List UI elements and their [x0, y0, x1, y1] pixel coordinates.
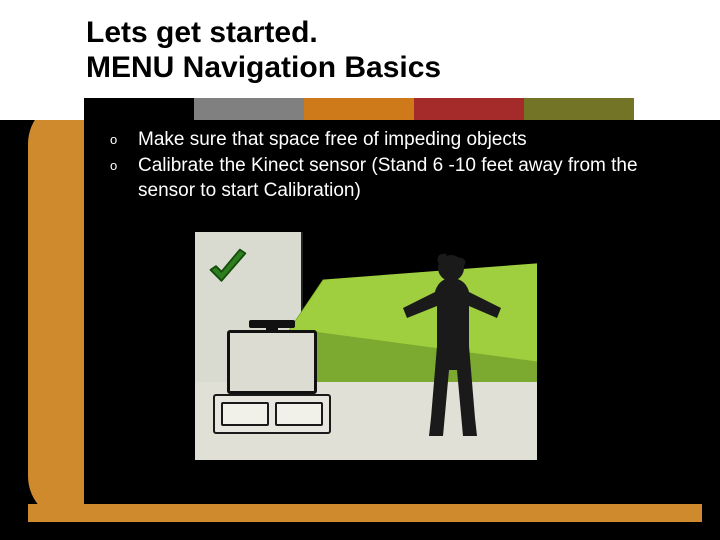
kinect-sensor-icon [249, 320, 295, 328]
color-tab-strip [0, 98, 720, 120]
content-area: Make sure that space free of impeding ob… [104, 128, 680, 205]
kinect-setup-illustration [195, 232, 537, 460]
accent-rail-vertical [28, 98, 84, 522]
tab-1 [84, 98, 194, 120]
slide-title: Lets get started. MENU Navigation Basics [86, 16, 720, 85]
tv-unit [213, 394, 331, 434]
room-scene [195, 232, 537, 460]
tv-icon [227, 330, 317, 394]
tab-4 [414, 98, 524, 120]
tab-3 [304, 98, 414, 120]
title-line-2: MENU Navigation Basics [86, 51, 441, 84]
tab-5 [524, 98, 634, 120]
accent-rail-bottom [28, 504, 702, 522]
cabinet-icon [213, 394, 331, 434]
bullet-text: Make sure that space free of impeding ob… [138, 129, 527, 150]
person-silhouette-icon [399, 250, 503, 438]
list-item: Calibrate the Kinect sensor (Stand 6 -10… [104, 154, 680, 203]
bullet-list: Make sure that space free of impeding ob… [104, 128, 680, 203]
bullet-text: Calibrate the Kinect sensor (Stand 6 -10… [138, 155, 638, 200]
tab-spacer [0, 98, 84, 120]
list-item: Make sure that space free of impeding ob… [104, 128, 680, 152]
title-line-1: Lets get started. [86, 16, 318, 49]
checkmark-icon [205, 246, 249, 290]
tab-2 [194, 98, 304, 120]
